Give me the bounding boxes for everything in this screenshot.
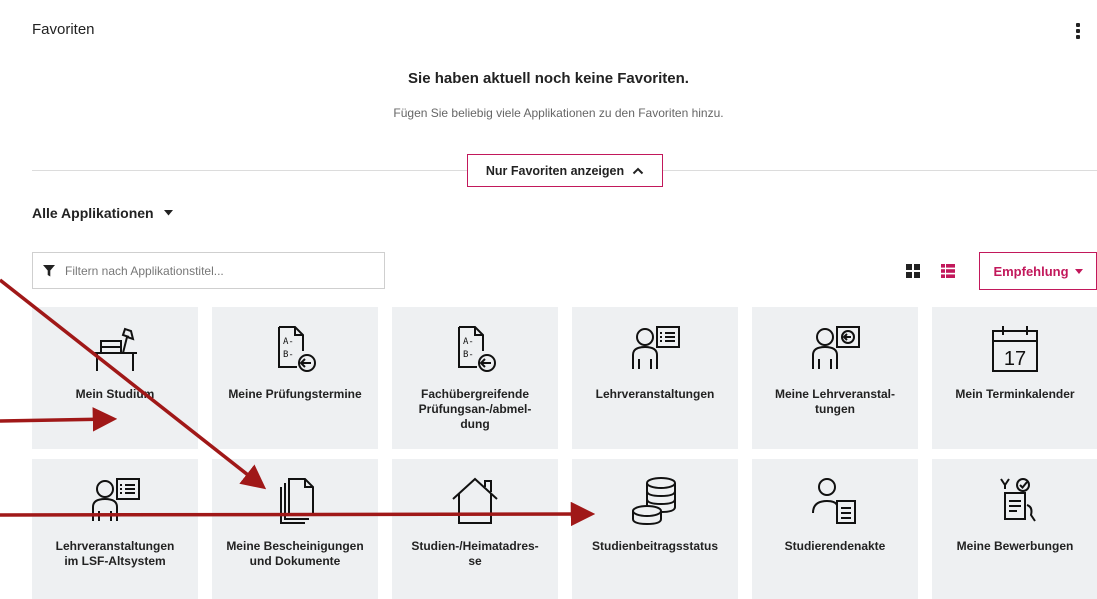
app-tile[interactable]: A- B- Fachübergreifende Prüfungsan-/abmel… xyxy=(392,307,558,449)
app-tile[interactable]: Studienbeitragsstatus xyxy=(572,459,738,599)
app-tile[interactable]: Meine Bescheinigungen und Dokumente xyxy=(212,459,378,599)
show-favorites-only-label: Nur Favoriten anzeigen xyxy=(485,163,625,178)
empty-favorites-subtitle: Fügen Sie beliebig viele Applikationen z… xyxy=(393,106,724,120)
tile-label: Meine Bewerbungen xyxy=(956,539,1074,553)
app-tile[interactable]: Meine Lehrveranstal- tungen xyxy=(752,307,918,449)
tile-label: Mein Studium xyxy=(75,387,155,401)
calendar-icon: 17 xyxy=(992,326,1038,372)
all-applications-heading: Alle Applikationen xyxy=(32,205,154,221)
lecturer-icon xyxy=(632,326,680,369)
list-view-icon[interactable] xyxy=(941,264,955,278)
tile-label: Lehrveranstaltungen xyxy=(595,387,715,401)
lecturer-board-icon xyxy=(812,326,860,369)
svg-text:A-: A- xyxy=(463,337,474,347)
tile-label: Studien-/Heimatadres- se xyxy=(411,539,539,568)
caret-down-icon xyxy=(1074,268,1083,274)
tile-label: Lehrveranstaltungen im LSF-Altsystem xyxy=(55,539,175,568)
sort-dropdown[interactable]: Empfehlung xyxy=(979,252,1097,290)
favorites-header: Favoriten xyxy=(32,21,95,38)
desk-lamp-icon xyxy=(93,327,137,371)
all-applications-dropdown[interactable]: Alle Applikationen xyxy=(32,205,173,221)
caret-down-icon xyxy=(163,210,173,216)
documents-icon xyxy=(280,478,314,524)
lecturer-icon xyxy=(92,478,140,521)
house-icon xyxy=(452,477,498,524)
exam-sheet-icon: A- B- xyxy=(278,326,316,372)
tile-label: Meine Prüfungstermine xyxy=(228,387,362,401)
coins-icon xyxy=(632,477,676,526)
svg-text:B-: B- xyxy=(283,350,294,360)
exam-sheet-icon: A- B- xyxy=(458,326,496,372)
app-tile[interactable]: Studien-/Heimatadres- se xyxy=(392,459,558,599)
tile-label: Mein Terminkalender xyxy=(955,387,1075,401)
app-tile[interactable]: 17 Mein Terminkalender xyxy=(932,307,1097,449)
filter-field[interactable] xyxy=(32,252,385,289)
tile-label: Meine Lehrveranstal- tungen xyxy=(774,387,896,416)
sort-label: Empfehlung xyxy=(993,263,1069,279)
app-tile[interactable]: A- B- Meine Prüfungstermine xyxy=(212,307,378,449)
app-tile[interactable]: Mein Studium xyxy=(32,307,198,449)
app-tile[interactable]: Lehrveranstaltungen xyxy=(572,307,738,449)
app-tile[interactable]: Meine Bewerbungen xyxy=(932,459,1097,599)
empty-favorites-title: Sie haben aktuell noch keine Favoriten. xyxy=(408,70,689,87)
app-tile[interactable]: Lehrveranstaltungen im LSF-Altsystem xyxy=(32,459,198,599)
tile-label: Meine Bescheinigungen und Dokumente xyxy=(226,539,364,568)
svg-text:A-: A- xyxy=(283,337,294,347)
more-options-icon[interactable] xyxy=(1071,18,1085,44)
svg-text:B-: B- xyxy=(463,350,474,360)
tile-label: Fachübergreifende Prüfungsan-/abmel- dun… xyxy=(418,387,532,431)
show-favorites-only-button[interactable]: Nur Favoriten anzeigen xyxy=(467,154,663,187)
filter-input[interactable] xyxy=(65,263,365,278)
filter-icon xyxy=(43,264,55,276)
calendar-day: 17 xyxy=(1004,348,1026,370)
application-icon xyxy=(1000,478,1036,522)
chevron-up-icon xyxy=(632,167,644,174)
student-file-icon xyxy=(812,478,856,524)
app-tile[interactable]: Studierendenakte xyxy=(752,459,918,599)
grid-view-icon[interactable] xyxy=(906,264,920,278)
tile-label: Studierendenakte xyxy=(784,539,886,553)
tile-label: Studienbeitragsstatus xyxy=(591,539,719,553)
